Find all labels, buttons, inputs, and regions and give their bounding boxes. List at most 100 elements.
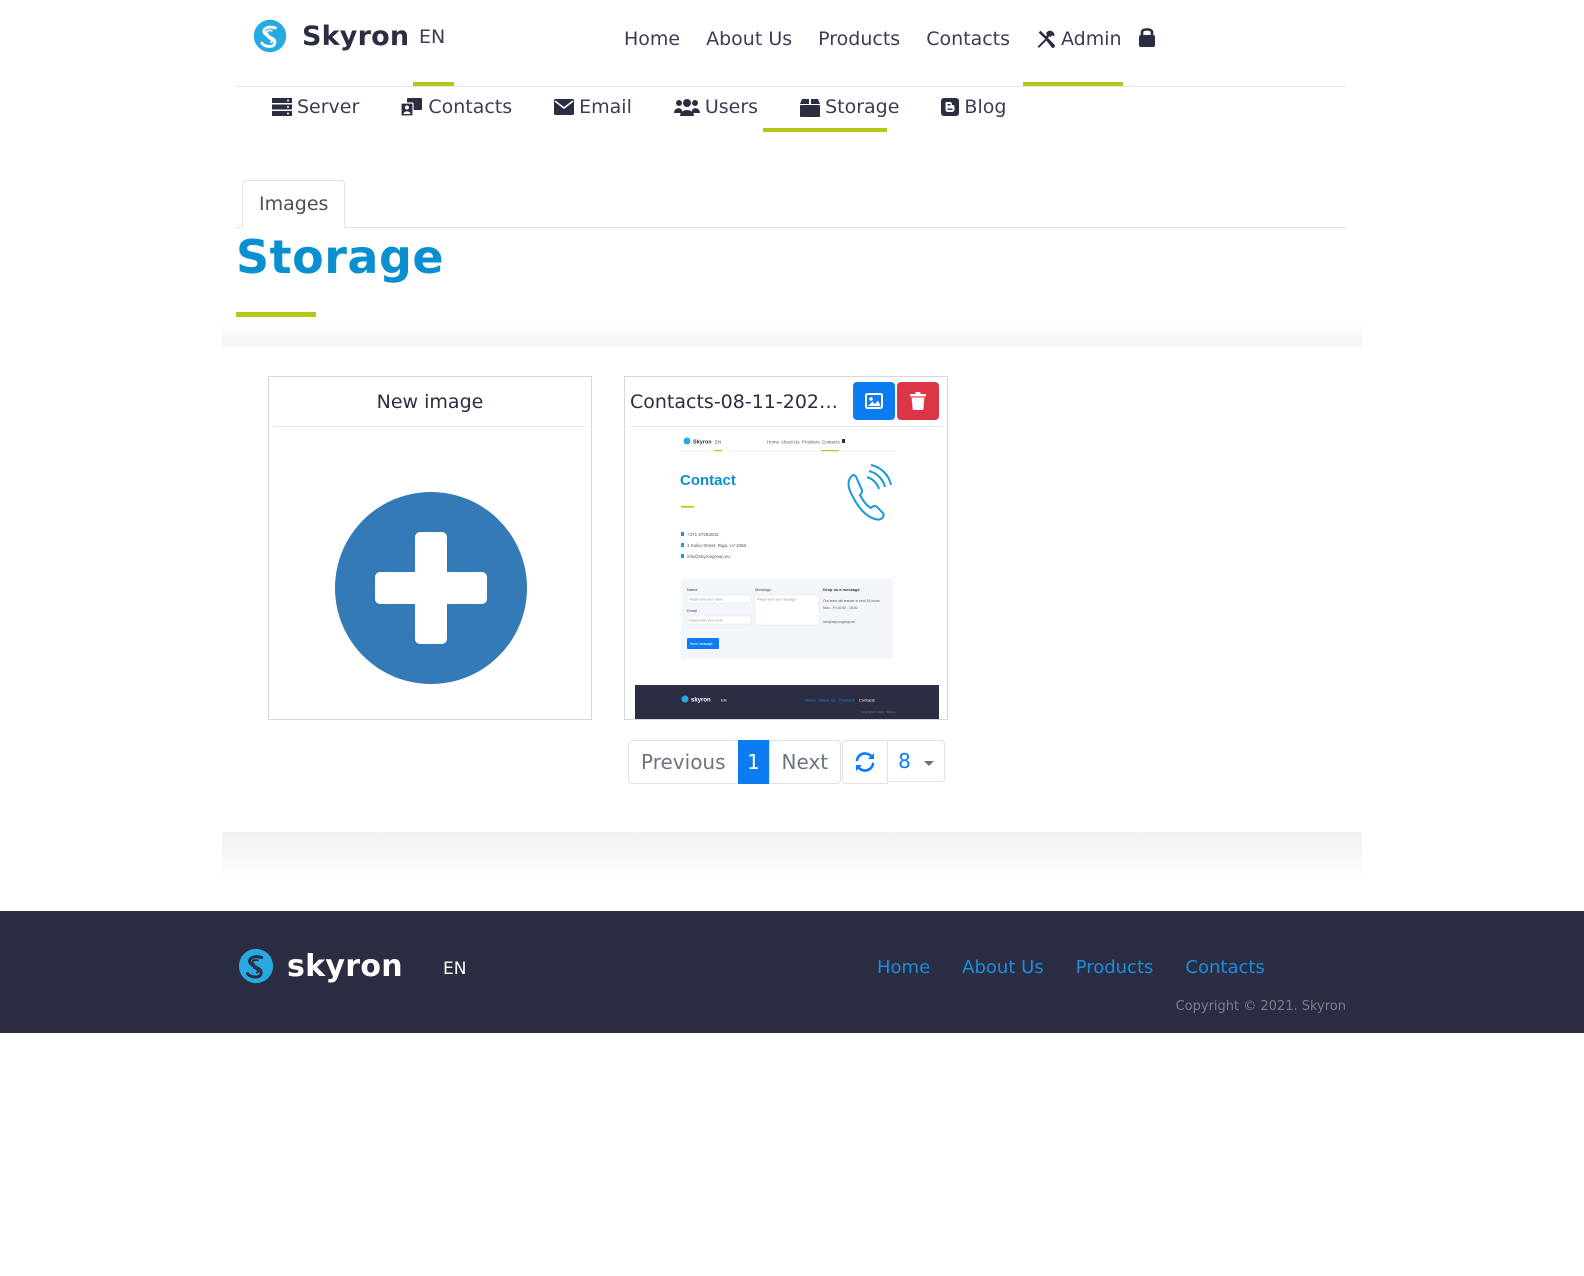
add-image-icon[interactable] — [335, 492, 527, 684]
caret-down-icon — [924, 761, 935, 766]
new-image-card[interactable]: New image — [268, 376, 592, 720]
thumb-heading: Contact — [680, 472, 736, 489]
title-underline — [236, 312, 316, 317]
language-switch[interactable]: EN — [411, 26, 453, 48]
thumb-footer-brand: skyron — [691, 698, 711, 704]
thumb-email-placeholder: Please enter your email — [689, 619, 723, 623]
tab-images[interactable]: Images — [242, 180, 346, 228]
images-panel: New image Contacts-08-11-2025_... Skyron… — [222, 346, 1362, 832]
nav-admin-label: Admin — [1061, 28, 1122, 50]
subnav-users-label: Users — [704, 96, 759, 118]
subnav-contacts-label: Contacts — [428, 96, 513, 118]
delete-image-button[interactable] — [897, 382, 939, 420]
footer-language-switch[interactable]: EN — [443, 959, 466, 979]
thumb-address: 1 Kuiku Street, Riga, LV-1058 — [687, 543, 746, 548]
thumbnail-preview: Skyron EN Home About Us Products Contact… — [635, 431, 939, 719]
thumb-nav-about: About Us — [781, 440, 800, 445]
pagination: Previous 1 Next 8 — [628, 740, 946, 784]
nav-products[interactable]: Products — [818, 28, 900, 50]
trash-icon — [910, 392, 926, 410]
nav-about-us[interactable]: About Us — [706, 28, 792, 50]
main-nav: Home About Us Products Contacts Admin — [624, 22, 1148, 56]
admin-sub-nav: Server Contacts Email Users Storage Blog — [236, 86, 1346, 134]
thumb-nav-products: Products — [802, 440, 821, 445]
thumb-email: info@skyrongroup.eu — [687, 554, 730, 559]
lock-icon[interactable] — [1138, 26, 1156, 48]
thumb-message-label: Message — [755, 587, 772, 592]
subnav-blog-label: Blog — [964, 96, 1007, 118]
thumb-message-placeholder: Please enter your message — [757, 598, 796, 602]
footer-nav: Home About Us Products Contacts — [877, 957, 1297, 978]
subnav-email-label: Email — [579, 96, 632, 118]
site-footer: skyron EN Home About Us Products Contact… — [0, 911, 1584, 1033]
panel-shadow-bottom — [222, 832, 1362, 882]
storage-tabs: Images — [236, 180, 1346, 228]
footer-nav-about-us[interactable]: About Us — [962, 957, 1044, 978]
thumb-footer-lang: EN — [721, 698, 727, 703]
thumb-email-label: Email — [687, 608, 697, 613]
thumb-send-button: Send message — [690, 642, 713, 646]
subnav-contacts[interactable]: Contacts — [401, 96, 512, 118]
refresh-button[interactable] — [842, 740, 889, 784]
skyron-logo-icon — [238, 948, 274, 984]
thumb-lock-icon — [842, 439, 845, 443]
thumb-name-placeholder: Please enter your name — [689, 598, 723, 602]
panel-shadow-top — [222, 322, 1362, 346]
footer-logo[interactable]: skyron — [237, 947, 403, 985]
storage-underline — [763, 128, 887, 132]
thumb-drop-title: Drop us a message — [823, 587, 860, 592]
thumb-lang: EN — [715, 440, 721, 445]
thumb-footer-copy: Copyright © 2021. Skyron — [861, 710, 896, 714]
thumb-phone: +371 67283033 — [687, 532, 719, 537]
footer-brand-name: skyron — [287, 948, 403, 984]
subnav-email[interactable]: Email — [554, 96, 632, 118]
address-icon — [401, 98, 423, 117]
subnav-users[interactable]: Users — [673, 96, 759, 118]
users-icon — [673, 99, 700, 116]
thumb-brand: Skyron — [693, 440, 712, 446]
site-header: Skyron EN Home About Us Products Contact… — [236, 0, 1346, 87]
subnav-storage-label: Storage — [825, 96, 900, 118]
card-header: Contacts-08-11-2025_... — [630, 377, 942, 427]
tools-icon — [1037, 30, 1056, 48]
brand-logo[interactable]: Skyron — [252, 18, 409, 54]
page-size-select[interactable]: 8 — [887, 740, 946, 782]
footer-nav-contacts[interactable]: Contacts — [1185, 957, 1264, 978]
nav-admin[interactable]: Admin — [1036, 28, 1122, 50]
page-1-button[interactable]: 1 — [737, 740, 770, 784]
view-image-button[interactable] — [853, 382, 895, 420]
image-card: Contacts-08-11-2025_... Skyron EN Home A… — [624, 376, 948, 720]
page-title: Storage — [236, 230, 445, 284]
footer-nav-home[interactable]: Home — [877, 957, 930, 978]
thumb-drop-text1: Our team will answer in next 24 hours — [823, 599, 880, 603]
server-icon — [272, 98, 292, 116]
thumb-nav-home: Home — [767, 440, 780, 445]
card-header: New image — [274, 377, 586, 427]
brand-name: Skyron — [302, 20, 410, 52]
subnav-server-label: Server — [297, 96, 360, 118]
thumb-drop-text2: Mon - Fri 10:00 - 18:00 — [823, 606, 858, 610]
subnav-server[interactable]: Server — [272, 96, 359, 118]
image-file-name: Contacts-08-11-2025_... — [630, 390, 840, 413]
thumb-name-label: Name — [687, 587, 698, 592]
image-icon — [865, 393, 883, 409]
thumb-footer-home: Home — [805, 698, 816, 703]
refresh-icon — [855, 752, 875, 772]
footer-nav-products[interactable]: Products — [1076, 957, 1154, 978]
previous-page-button[interactable]: Previous — [628, 740, 739, 784]
thumb-footer-about: About Us — [819, 698, 835, 703]
new-image-label: New image — [376, 390, 484, 413]
next-page-button[interactable]: Next — [768, 740, 842, 784]
blogger-icon — [941, 98, 960, 116]
skyron-logo-icon — [253, 19, 287, 53]
box-icon — [800, 99, 821, 117]
nav-contacts[interactable]: Contacts — [926, 28, 1010, 50]
subnav-blog[interactable]: Blog — [941, 96, 1006, 118]
nav-home[interactable]: Home — [624, 28, 680, 50]
footer-copyright: Copyright © 2021. Skyron — [1175, 999, 1346, 1014]
thumb-footer-products: Products — [839, 698, 855, 703]
thumb-footer-contacts: Contacts — [859, 698, 875, 703]
image-thumbnail[interactable]: Skyron EN Home About Us Products Contact… — [635, 431, 939, 719]
page-size-value: 8 — [898, 749, 911, 773]
subnav-storage[interactable]: Storage — [800, 96, 899, 118]
